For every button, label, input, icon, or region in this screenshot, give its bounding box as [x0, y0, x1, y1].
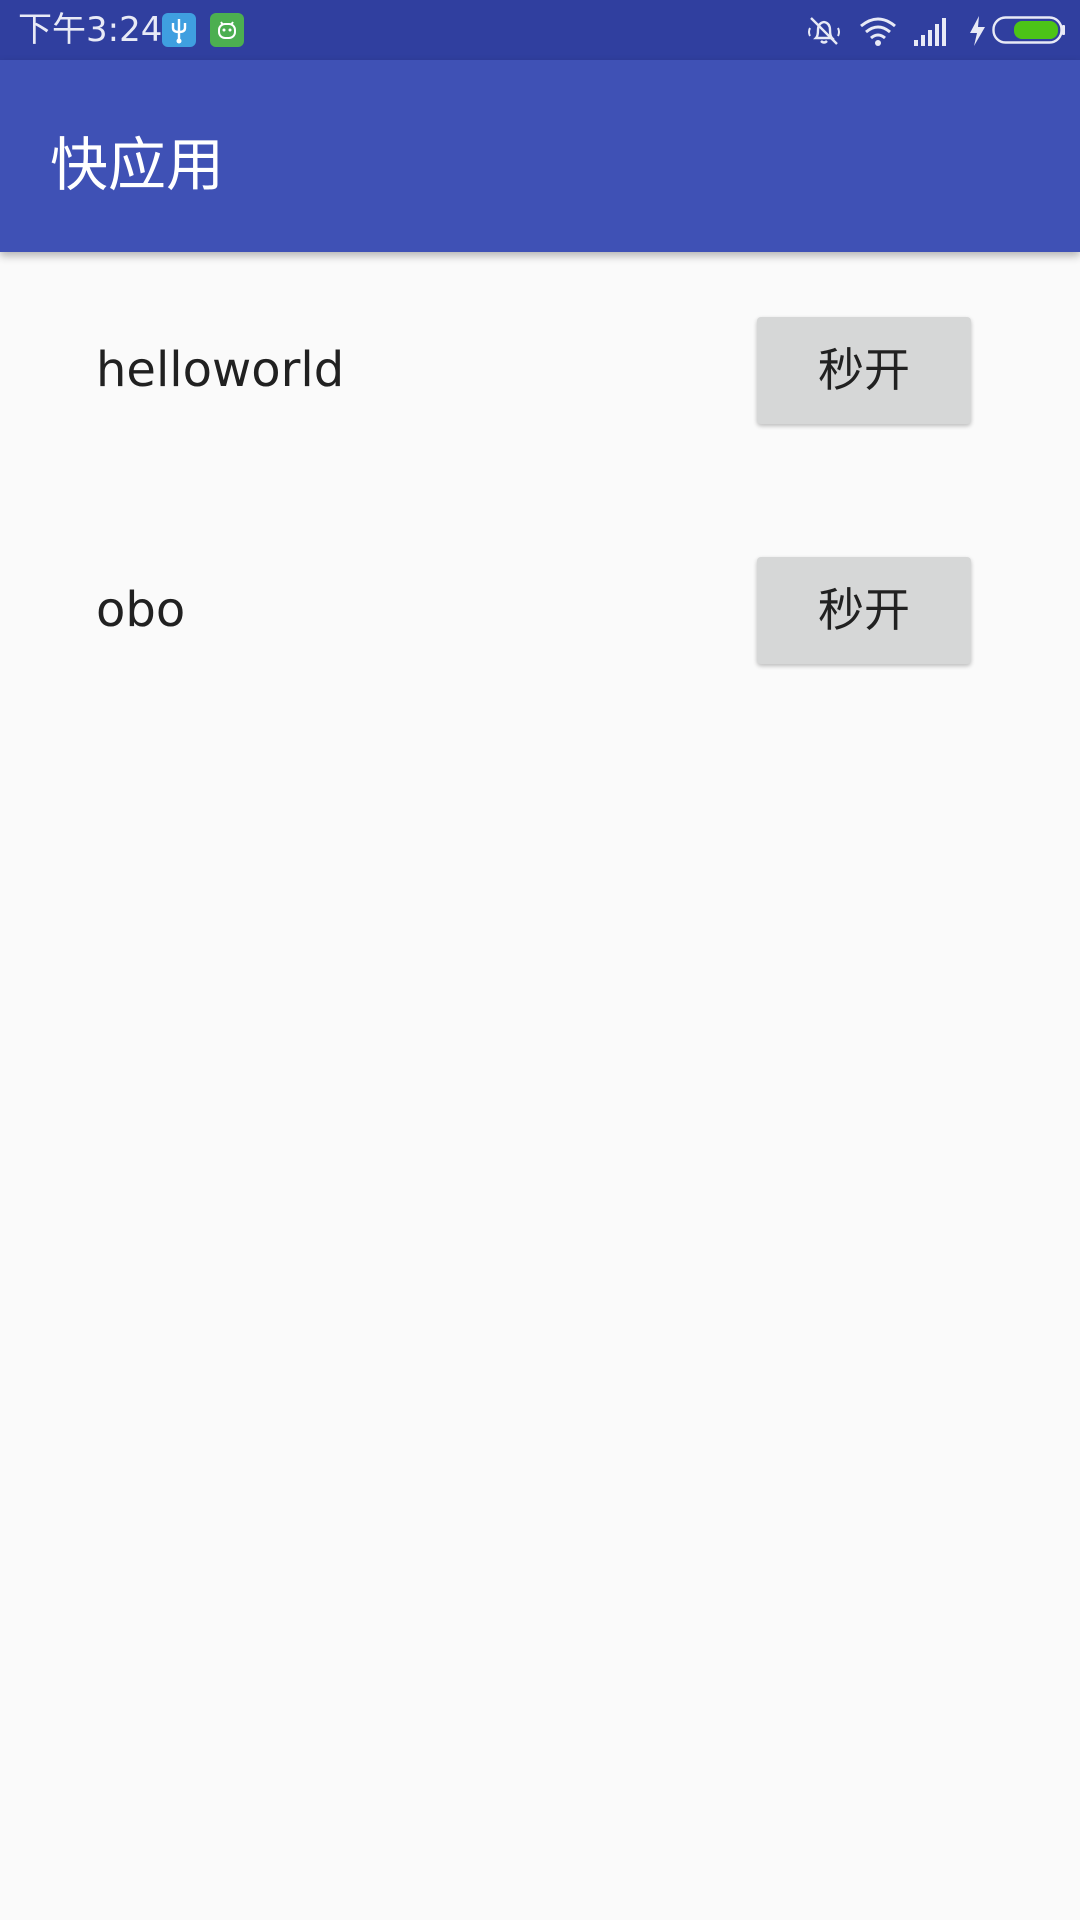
- charging-icon: [966, 14, 988, 52]
- app-name-label: obo: [96, 582, 186, 638]
- status-bar: 下午3:24: [0, 0, 1080, 60]
- usb-icon: [162, 13, 196, 47]
- android-app-icon: [210, 13, 244, 47]
- app-name-label: helloworld: [96, 342, 345, 398]
- signal-icon: [912, 14, 952, 52]
- status-time: 下午3:24: [18, 10, 163, 50]
- app-list: helloworld 秒开 obo 秒开: [0, 252, 1080, 1920]
- battery-icon: [992, 16, 1066, 48]
- instant-open-button[interactable]: 秒开: [757, 557, 971, 664]
- silent-bell-icon: [806, 14, 842, 52]
- instant-open-button[interactable]: 秒开: [757, 317, 971, 424]
- page-title: 快应用: [50, 131, 225, 199]
- list-item-obo: obo 秒开: [0, 546, 1080, 666]
- list-item-helloworld: helloworld 秒开: [0, 306, 1080, 426]
- wifi-icon: [858, 14, 898, 52]
- app-bar: 快应用: [0, 60, 1080, 252]
